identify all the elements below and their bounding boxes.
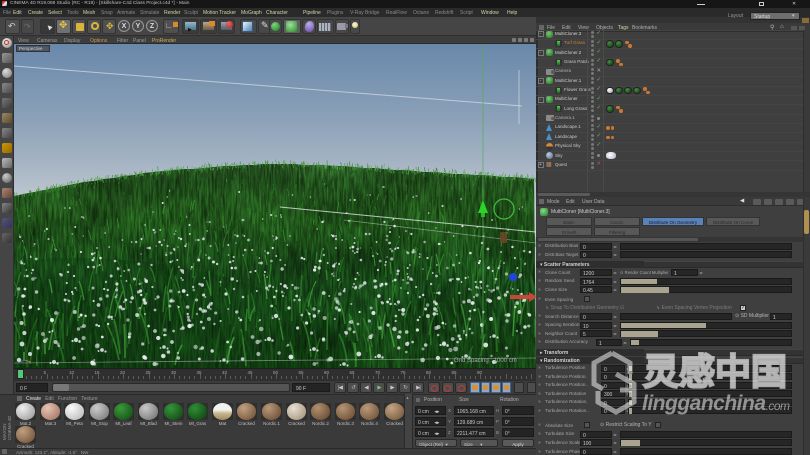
- svg-text:Grid Spacing : 1000 cm: Grid Spacing : 1000 cm: [454, 358, 517, 364]
